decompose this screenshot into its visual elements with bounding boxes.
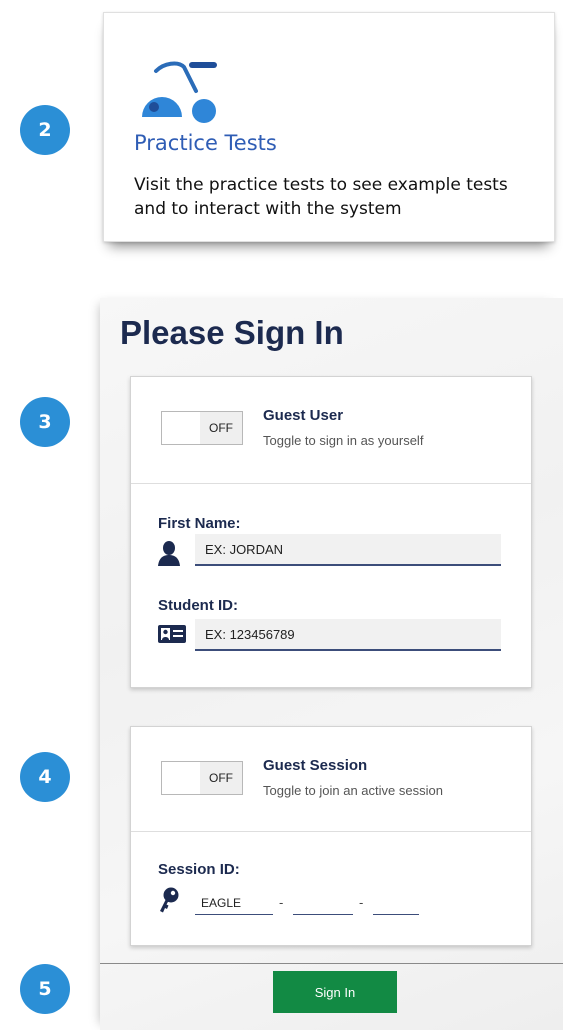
guest-session-card: OFF Guest Session Toggle to join an acti… [130,726,532,946]
footer-divider [100,963,563,964]
session-id-label: Session ID: [158,861,240,878]
step-badge-5: 5 [20,964,70,1014]
session-id-part-1[interactable] [195,891,273,915]
person-icon [158,540,180,571]
guest-session-toggle[interactable]: OFF [161,761,243,795]
toggle-knob [162,412,200,444]
practice-tests-title[interactable]: Practice Tests [134,131,277,155]
session-id-separator: - [359,895,364,910]
practice-tests-description: Visit the practice tests to see example … [134,175,508,219]
tricycle-icon [134,51,224,123]
guest-session-subtitle: Toggle to join an active session [263,783,443,798]
toggle-knob [162,762,200,794]
session-id-part-3[interactable] [373,891,419,915]
toggle-state: OFF [200,412,242,444]
student-id-input[interactable] [195,619,501,651]
step-badge-3: 3 [20,397,70,447]
divider [131,483,531,484]
step-badge-4: 4 [20,752,70,802]
guest-user-card: OFF Guest User Toggle to sign in as your… [130,376,532,688]
session-id-separator: - [279,895,284,910]
toggle-state: OFF [200,762,242,794]
first-name-label: First Name: [158,515,241,532]
guest-user-toggle[interactable]: OFF [161,411,243,445]
guest-session-title: Guest Session [263,757,368,774]
student-id-label: Student ID: [158,597,238,614]
guest-user-title: Guest User [263,407,344,424]
page: 2 3 4 5 Practice Tests Visit the practic… [0,0,563,1030]
guest-user-subtitle: Toggle to sign in as yourself [263,433,424,448]
sign-in-heading: Please Sign In [120,314,344,351]
session-id-part-2[interactable] [293,891,353,915]
sign-in-panel: Please Sign In OFF Guest User Toggle to … [100,298,563,1030]
step-badge-2: 2 [20,105,70,155]
practice-tests-card[interactable]: Practice Tests Visit the practice tests … [103,12,555,242]
key-icon [158,887,180,918]
sign-in-button[interactable]: Sign In [273,971,397,1013]
divider [131,831,531,832]
first-name-input[interactable] [195,534,501,566]
id-card-icon [158,625,186,648]
